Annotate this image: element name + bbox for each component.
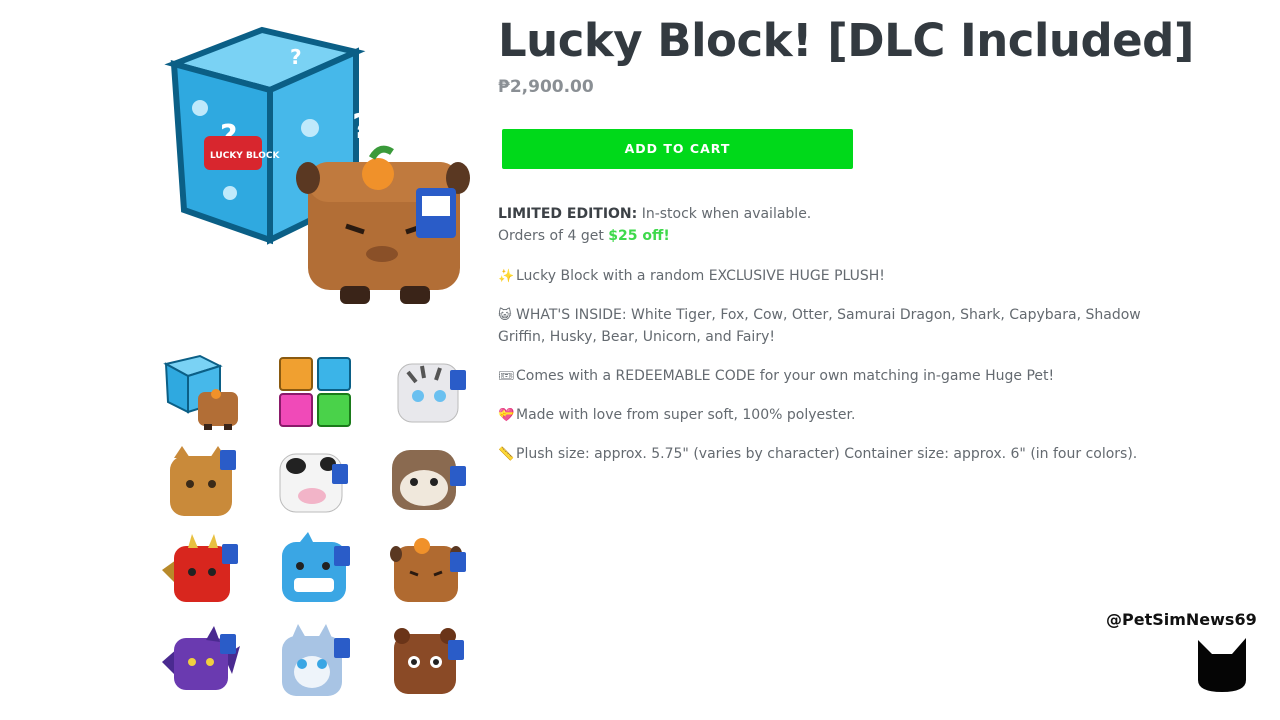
- shadow-griffin-thumb[interactable]: [160, 622, 246, 706]
- add-to-cart-button[interactable]: ADD TO CART: [502, 129, 853, 169]
- limited-edition-text: In-stock when available.: [637, 206, 812, 222]
- ticket-icon: 🎟: [498, 369, 515, 384]
- product-title: Lucky Block! [DLC Included]: [498, 14, 1194, 67]
- ruler-icon: 📏: [498, 447, 515, 462]
- svg-text:LUCKY BLOCK: LUCKY BLOCK: [210, 151, 280, 161]
- bullet-size: 📏 Plush size: approx. 5.75" (varies by ch…: [498, 444, 1148, 466]
- bullet-lucky-block: ✨ Lucky Block with a random EXCLUSIVE HUG…: [498, 266, 1148, 288]
- fox-thumb[interactable]: [160, 442, 246, 526]
- lucky-block-capybara-thumb[interactable]: [160, 352, 246, 436]
- four-color-boxes-thumb[interactable]: [274, 352, 360, 436]
- white-tiger-thumb[interactable]: [388, 352, 474, 436]
- samurai-dragon-thumb[interactable]: [160, 532, 246, 616]
- svg-text:?: ?: [290, 45, 302, 69]
- husky-thumb[interactable]: [274, 622, 360, 706]
- orders-prefix: Orders of 4 get: [498, 227, 609, 244]
- cat-logo-icon: [1192, 632, 1252, 694]
- shark-thumb[interactable]: [274, 532, 360, 616]
- discount-text: $25 off!: [608, 227, 670, 244]
- sparkles-icon: ✨: [498, 269, 515, 284]
- cat-face-icon: 😺: [498, 308, 512, 323]
- bullet-text: Plush size: approx. 5.75" (varies by cha…: [516, 446, 1138, 462]
- main-product-image[interactable]: ? ? ? LUCKY BLOCK: [160, 18, 470, 318]
- bullet-whats-inside: 😺 WHAT'S INSIDE: White Tiger, Fox, Cow, O…: [498, 305, 1148, 348]
- watermark-handle: @PetSimNews69: [1106, 610, 1257, 629]
- bear-thumb[interactable]: [388, 622, 474, 706]
- svg-text:?: ?: [352, 107, 372, 147]
- cow-thumb[interactable]: [274, 442, 360, 526]
- bullet-text: Made with love from super soft, 100% pol…: [516, 407, 856, 423]
- bullet-redeemable-code: 🎟Comes with a REDEEMABLE CODE for your o…: [498, 366, 1148, 388]
- capybara-thumb[interactable]: [388, 532, 474, 616]
- limited-edition-label: LIMITED EDITION:: [498, 206, 638, 222]
- product-price: ₱2,900.00: [498, 77, 594, 97]
- bullet-text: Lucky Block with a random EXCLUSIVE HUGE…: [516, 268, 885, 284]
- otter-thumb[interactable]: [388, 442, 474, 526]
- bullet-text: Comes with a REDEEMABLE CODE for your ow…: [516, 368, 1055, 384]
- heart-gift-icon: 💝: [498, 408, 515, 423]
- limited-edition-note: LIMITED EDITION: In-stock when available…: [498, 204, 1148, 247]
- bullet-text: WHAT'S INSIDE: White Tiger, Fox, Cow, Ot…: [498, 307, 1141, 345]
- bullet-material: 💝 Made with love from super soft, 100% po…: [498, 405, 1148, 427]
